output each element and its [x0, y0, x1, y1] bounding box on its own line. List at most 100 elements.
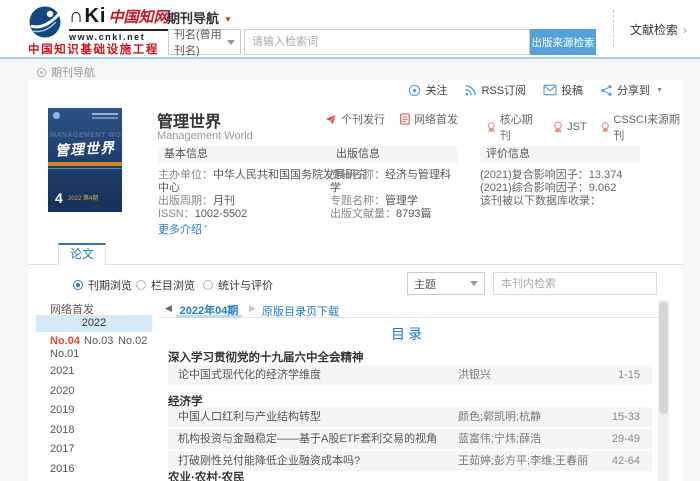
follow-label: 关注	[425, 85, 448, 97]
cover-issue-text: 2022 第4期	[68, 196, 99, 202]
publish-info-column: 出版信息 专辑名称：经济与管理科学 专题名称：管理学 出版文献量：8793篇	[330, 146, 458, 221]
sidebar-year-2017[interactable]: 2017	[50, 440, 74, 460]
cover-title: 管理世界	[54, 140, 116, 160]
table-row: 机构投资与金融稳定——基于A股ETF套利交易的视角 蓝富伟;宁炜;薛浩 29-4…	[168, 429, 652, 449]
share-button[interactable]: 分享到 ▼	[600, 82, 663, 98]
badge-core-journal: 核心期刊	[486, 111, 539, 143]
source-search-button[interactable]: 出版来源检索	[530, 29, 596, 55]
journal-card: 关注 RSS订阅 投稿 分享到 ▼ MANAGEMENT WO 管理世界 4 2…	[28, 80, 683, 481]
rss-button[interactable]: RSS订阅	[464, 82, 526, 98]
toc-download-link[interactable]: 原版目录页下载	[262, 303, 339, 319]
journal-title: 管理世界	[157, 114, 222, 131]
article-title-link[interactable]: 中国人口红利与产业结构转型	[178, 407, 321, 427]
chevron-down-icon	[470, 281, 478, 286]
cover-stripe-thin	[48, 168, 122, 169]
issue-nav-bar: ◀ 2022年04期 ▶ 原版目录页下载	[160, 300, 668, 318]
cover-deco-line	[92, 117, 118, 119]
article-title-link[interactable]: 论中国式现代化的经济学维度	[178, 365, 321, 385]
cnki-journal-page: ∩Ki 中国知网 www.cnki.net 中国知识基础设施工程 期刊导航 ▼ 刊…	[0, 0, 700, 481]
tag-online-first[interactable]: 网络首发	[400, 111, 458, 127]
table-row: 打破刚性兑付能降低企业融资成本吗? 王茹婷;彭方平;李维;王春丽 42-64	[168, 451, 652, 471]
journal-nav-label: 期刊导航	[167, 11, 220, 26]
more-intro-link[interactable]: 更多介绍 ˇ	[158, 224, 207, 237]
sidebar-year-2020[interactable]: 2020	[50, 382, 74, 402]
prev-issue-button[interactable]: ◀	[165, 303, 172, 314]
search-icon[interactable]	[650, 277, 651, 291]
eye-icon	[409, 84, 421, 96]
table-row: 论中国式现代化的经济学维度 洪银兴 1-15	[168, 365, 652, 385]
sidebar-year-2016[interactable]: 2016	[50, 460, 74, 480]
mode-label: 栏目浏览	[151, 280, 195, 292]
article-pages: 29-49	[611, 433, 640, 445]
article-authors[interactable]: 颜色;郭凯明;杭静	[458, 407, 541, 427]
badge-cssci: CSSCI来源期刊	[600, 111, 683, 143]
mode-statistics[interactable]: 统计与评价	[203, 277, 273, 293]
current-issue-underline	[176, 315, 242, 318]
cover-stripe	[48, 162, 122, 166]
in-journal-search-input[interactable]	[494, 277, 650, 290]
next-issue-button[interactable]: ▶	[249, 303, 256, 314]
submit-label: 投稿	[561, 85, 584, 97]
radio-selected-icon	[73, 280, 83, 290]
chevron-right-icon: ›	[683, 23, 688, 37]
journal-nav-menu[interactable]: 期刊导航 ▼	[167, 8, 232, 27]
radio-icon	[136, 280, 146, 290]
tag-self-publish[interactable]: 个刊发行	[325, 111, 385, 127]
mode-column-browse[interactable]: 栏目浏览	[136, 277, 195, 293]
cover-deco-line	[92, 113, 118, 115]
topic-select[interactable]: 主题	[407, 272, 485, 295]
sidebar-year-2022[interactable]: 2022	[36, 315, 152, 332]
evaluation-info-header: 评价信息	[480, 146, 640, 163]
topic-select-value: 主题	[414, 278, 436, 291]
article-authors[interactable]: 洪银兴	[458, 365, 491, 385]
badge-label: JST	[567, 121, 587, 133]
journal-title-en: Management World	[157, 130, 253, 142]
header-search-bar: 刊名(曾用刊名) 出版来源检索	[168, 29, 596, 57]
follow-button[interactable]: 关注	[408, 82, 447, 98]
medal-icon	[554, 121, 562, 133]
rss-icon	[465, 84, 477, 95]
dropdown-icon: ▼	[656, 86, 663, 94]
header-search-input[interactable]	[244, 29, 530, 55]
medal-icon	[487, 121, 495, 133]
section-title: 深入学习贯彻党的十九届六中全会精神	[168, 352, 364, 364]
article-pages: 42-64	[611, 455, 640, 467]
radio-icon	[203, 280, 213, 290]
sidebar-year-2018[interactable]: 2018	[50, 421, 74, 441]
sidebar-years: 2021 2020 2019 2018 2017 2016	[50, 362, 74, 479]
sidebar-year-2019[interactable]: 2019	[50, 401, 74, 421]
cover-issue-number: 4	[55, 190, 63, 206]
cnki-logo[interactable]: ∩Ki 中国知网 www.cnki.net	[28, 5, 169, 42]
article-authors[interactable]: 蓝富伟;宁炜;薛浩	[458, 429, 541, 449]
article-pages: 15-33	[611, 411, 640, 423]
issue-no03[interactable]: No.03	[84, 335, 113, 347]
issue-no01[interactable]: No.01	[50, 348, 79, 360]
tag-label: 个刊发行	[341, 114, 385, 126]
tab-papers[interactable]: 论文	[58, 243, 106, 266]
basic-info-header: 基本信息	[158, 146, 330, 163]
mode-label: 统计与评价	[218, 280, 273, 292]
dropdown-icon: ▼	[224, 15, 232, 24]
doc-search-link[interactable]: 文献检索 ›	[630, 21, 687, 38]
cover-logo-dot	[53, 112, 60, 119]
article-title-link[interactable]: 机构投资与金融稳定——基于A股ETF套利交易的视角	[178, 429, 437, 449]
toc-scrollbar-thumb[interactable]	[659, 302, 668, 414]
issue-no04[interactable]: No.04	[50, 335, 80, 347]
evaluation-info-column: 评价信息 (2021)复合影响因子：13.374 (2021)综合影响因子：9.…	[480, 146, 640, 208]
search-field-select[interactable]: 刊名(曾用刊名)	[168, 29, 241, 57]
breadcrumb[interactable]: 期刊导航	[36, 64, 95, 80]
mode-issue-browse[interactable]: 刊期浏览	[73, 277, 132, 293]
toc-scrollbar-track[interactable]	[658, 300, 669, 481]
article-authors[interactable]: 王茹婷;彭方平;李维;王春丽	[458, 451, 588, 471]
publish-info-header: 出版信息	[330, 146, 458, 163]
journal-cover[interactable]: MANAGEMENT WORLD 管理世界 4 2022 第4期	[48, 108, 122, 212]
journal-badges: 核心期刊 JST CSSCI来源期刊	[486, 111, 683, 143]
article-title-link[interactable]: 打破刚性兑付能降低企业融资成本吗?	[178, 451, 360, 471]
submit-button[interactable]: 投稿	[543, 82, 583, 98]
issue-no02[interactable]: No.02	[118, 335, 147, 347]
sidebar-year-2021[interactable]: 2021	[50, 362, 74, 382]
mode-label: 刊期浏览	[88, 280, 132, 292]
logo-slogan: 中国知识基础设施工程	[28, 44, 159, 56]
logo-chinese: 中国知网	[108, 8, 169, 26]
document-icon	[400, 113, 410, 125]
